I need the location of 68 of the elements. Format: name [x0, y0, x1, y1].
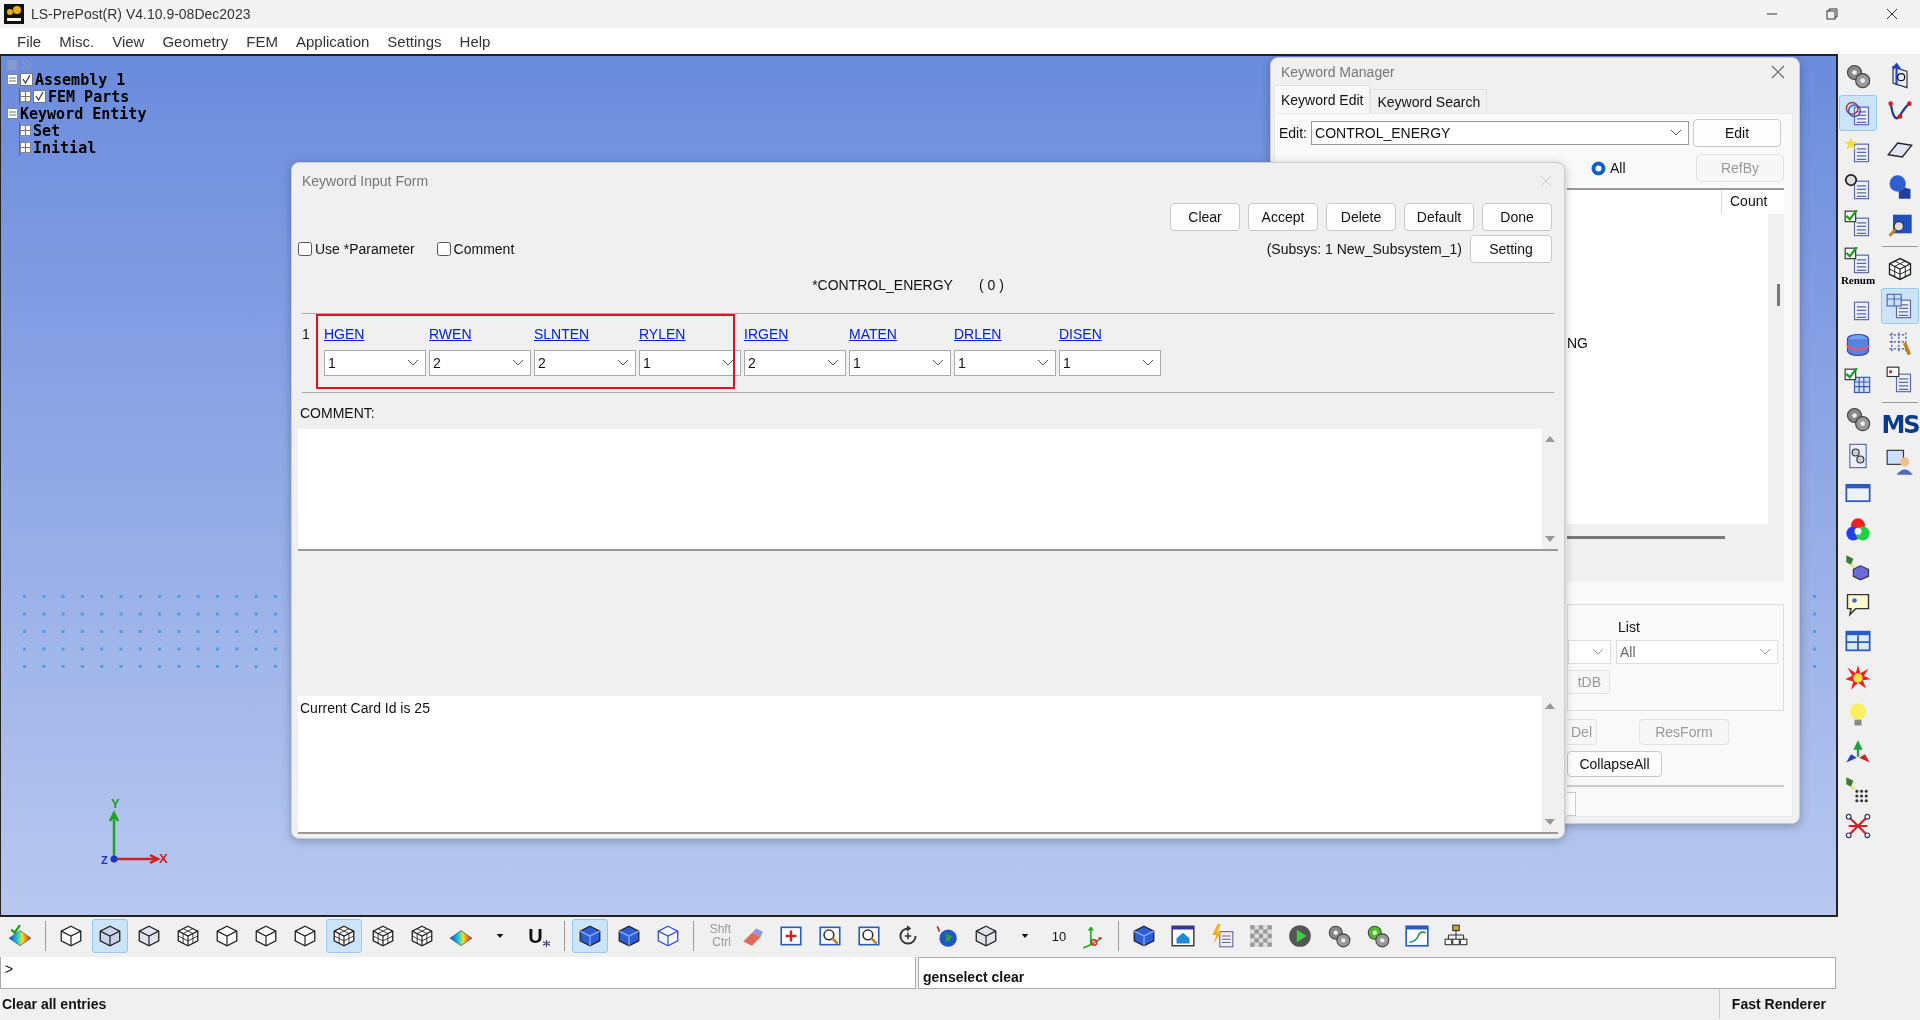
menu-item[interactable]: Misc. [50, 32, 104, 50]
field-dropdown[interactable]: 1 [849, 350, 951, 376]
axis-label: X [159, 851, 168, 866]
renumber-button[interactable]: Renum [1839, 243, 1877, 289]
comment-label: COMMENT: [300, 405, 376, 421]
tree-item[interactable]: Initial [33, 139, 97, 156]
menu-item[interactable]: Application [286, 32, 379, 50]
field-link[interactable]: IRGEN [744, 326, 830, 342]
field-label: Edit: [1279, 125, 1307, 141]
tree-item[interactable]: Keyword Entity [20, 105, 147, 122]
list-dropdown[interactable]: All [1616, 640, 1778, 664]
toolbar-button[interactable]: MS [1881, 407, 1919, 443]
menu-item[interactable]: Settings [378, 32, 451, 50]
field-dropdown[interactable]: 1 [639, 350, 741, 376]
form-button[interactable]: Default [1404, 203, 1474, 231]
axis-label: Y [111, 796, 120, 811]
keyword-title: *CONTROL_ENERGY [812, 277, 953, 293]
collapse-all-button[interactable]: CollapseAll [1567, 751, 1662, 777]
keyword-count: ( 0 ) [978, 277, 1004, 293]
window-title: Keyword Manager [1281, 63, 1395, 80]
checkbox-label[interactable]: Comment [453, 241, 515, 257]
renderer-status: Fast Renderer [1718, 989, 1920, 1019]
field-link[interactable]: HGEN [324, 326, 410, 342]
field-link[interactable]: DRLEN [954, 326, 1040, 342]
card-number: 1 [302, 326, 311, 344]
field-dropdown[interactable]: 2 [744, 350, 846, 376]
window-title: LS-PrePost(R) V4.10.9-08Dec2023 [31, 6, 251, 22]
menu-item[interactable]: Help [450, 32, 500, 50]
menu-item[interactable]: FEM [237, 32, 287, 50]
menu-item[interactable]: File [8, 32, 51, 50]
output-area: genselect clear [918, 957, 1836, 989]
window-title: Keyword Input Form [302, 173, 429, 189]
command-field[interactable]: > [0, 957, 916, 989]
field-label: List [1618, 619, 1641, 635]
field-link[interactable]: RYLEN [639, 326, 725, 342]
setting-button[interactable]: Setting [1470, 235, 1552, 263]
field-link[interactable]: SLNTEN [534, 326, 620, 342]
field-dropdown[interactable]: 1 [954, 350, 1056, 376]
menu-item[interactable]: View [103, 32, 154, 50]
keyword-dropdown[interactable]: CONTROL_ENERGY [1311, 121, 1689, 145]
tab[interactable]: Keyword Search [1370, 89, 1488, 113]
field-link[interactable]: RWEN [429, 326, 515, 342]
form-button[interactable]: Clear [1170, 203, 1240, 231]
checkbox-label[interactable]: Use *Parameter [315, 241, 415, 257]
tree-item[interactable]: FEM Parts [48, 88, 130, 105]
axis-label: Z [101, 854, 108, 866]
radio-label[interactable]: All [1610, 160, 1626, 176]
modifier-label: Shft Ctrl [708, 923, 731, 949]
edit-button[interactable]: Edit [1693, 119, 1781, 147]
subsystem-label: (Subsys: 1 New_Subsystem_1) [1266, 241, 1462, 257]
field-link[interactable]: MATEN [849, 326, 935, 342]
depth-value: 10 [1050, 928, 1068, 944]
field-dropdown[interactable]: 1 [1059, 350, 1161, 376]
tree-item[interactable]: Set [33, 122, 61, 139]
status-message: Clear all entries [2, 996, 107, 1012]
field-dropdown[interactable]: 2 [429, 350, 531, 376]
form-button[interactable]: Accept [1248, 203, 1318, 231]
form-button[interactable]: Delete [1326, 203, 1396, 231]
menu-item[interactable]: Geometry [153, 32, 238, 50]
list-item[interactable]: NG [1567, 335, 1588, 351]
field-dropdown[interactable]: 2 [534, 350, 636, 376]
message-text: Current Card Id is 25 [300, 700, 430, 716]
tree-item[interactable]: Assembly 1 [35, 71, 126, 88]
tab[interactable]: Keyword Edit [1274, 85, 1371, 113]
toolbar-button[interactable]: U [521, 919, 557, 953]
field-dropdown[interactable]: 1 [324, 350, 426, 376]
field-link[interactable]: DISEN [1059, 326, 1145, 342]
form-button[interactable]: Done [1482, 203, 1552, 231]
